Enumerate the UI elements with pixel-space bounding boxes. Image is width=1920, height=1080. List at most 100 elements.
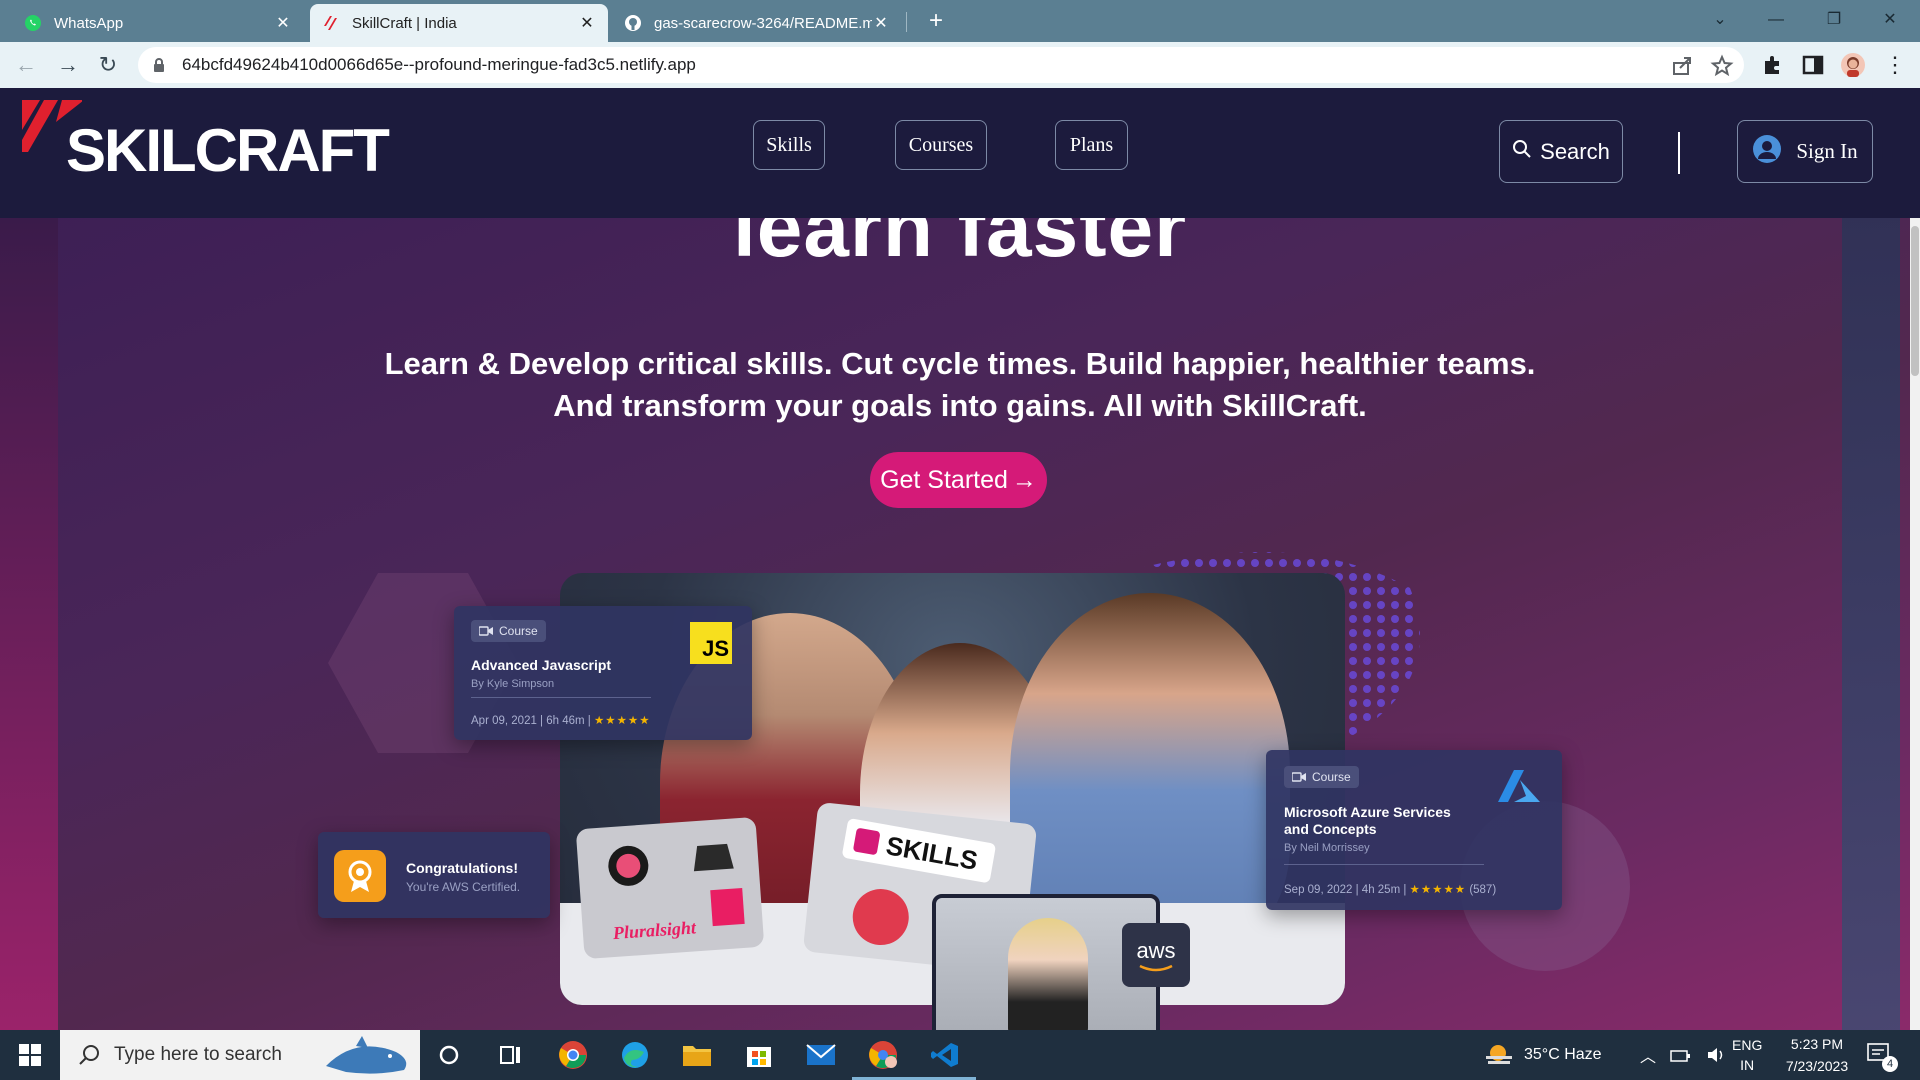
browser-toolbar: ← → ↻ 64bcfd49624b410d0066d65e--profound… (0, 42, 1920, 88)
page-scrollbar[interactable] (1910, 218, 1920, 1030)
azure-logo-icon (1498, 770, 1540, 802)
forward-arrow-icon[interactable]: → (52, 50, 84, 82)
search-icon (79, 1045, 99, 1065)
congrats-title: Congratulations! (406, 860, 518, 876)
hero-right-band (1842, 218, 1900, 1030)
github-icon (624, 14, 642, 32)
arrow-right-icon: → (1011, 465, 1037, 494)
laptop-skills-text: SKILLS (883, 829, 981, 876)
get-started-button[interactable]: Get Started → (870, 452, 1047, 508)
laptop-stickers: Pluralsight (575, 816, 765, 960)
rating-stars: ★★★★★ (593, 715, 651, 727)
language-indicator[interactable]: ENG IN (1732, 1030, 1762, 1080)
course-title-line1: Microsoft Azure Services (1284, 804, 1451, 820)
chrome-icon[interactable] (556, 1038, 590, 1072)
reload-icon[interactable]: ↻ (92, 50, 124, 82)
course-title: Advanced Javascript (471, 657, 612, 673)
tab-github-readme[interactable]: gas-scarecrow-3264/README.md ✕ (612, 4, 902, 42)
minimize-button[interactable]: — (1748, 0, 1804, 42)
profile-avatar[interactable] (1840, 52, 1866, 78)
windows-start-button[interactable] (0, 1030, 60, 1080)
search-icon (1512, 139, 1532, 165)
bookmark-star-icon[interactable] (1710, 54, 1734, 78)
close-tab-icon[interactable]: ✕ (578, 13, 596, 33)
side-panel-icon[interactable] (1800, 52, 1826, 78)
award-ribbon-icon (334, 850, 386, 902)
volume-icon[interactable] (1706, 1046, 1728, 1064)
share-icon[interactable] (1670, 54, 1694, 78)
hero-subtitle-line1: Learn & Develop critical skills. Cut cyc… (384, 346, 1536, 381)
instructor-figure (1008, 918, 1088, 1030)
course-meta: Sep 09, 2022 | 4h 25m | ★★★★★ (587) (1284, 884, 1497, 896)
user-avatar-icon (1752, 134, 1782, 170)
javascript-logo-icon: JS (690, 622, 732, 664)
site-header: SKILCRAFT Skills Courses Plans Search Si… (0, 88, 1920, 218)
nav-skills-button[interactable]: Skills (753, 120, 825, 170)
hero-section: learn faster Learn & Develop critical sk… (0, 218, 1920, 1030)
certificate-card: Congratulations! You're AWS Certified. (318, 832, 550, 918)
skillcraft-logo[interactable]: SKILCRAFT (22, 100, 402, 184)
chrome-profile-icon[interactable] (866, 1038, 900, 1072)
notifications-button[interactable]: 4 (1866, 1030, 1898, 1080)
chevron-up-icon[interactable]: ︿ (1640, 1043, 1656, 1067)
close-window-button[interactable]: ✕ (1862, 0, 1918, 42)
cortana-icon[interactable] (432, 1038, 466, 1072)
url-text: 64bcfd49624b410d0066d65e--profound-merin… (182, 55, 696, 74)
system-tray-icons: ︿ (1640, 1030, 1728, 1080)
task-view-icon[interactable] (494, 1038, 528, 1072)
tab-skillcraft[interactable]: SkillCraft | India ✕ (310, 4, 608, 42)
header-divider (1678, 132, 1680, 174)
file-explorer-icon[interactable] (680, 1038, 714, 1072)
congrats-subtitle: You're AWS Certified. (406, 880, 521, 894)
course-card-azure[interactable]: Course Microsoft Azure Services and Conc… (1266, 750, 1562, 910)
laptop-logo-sticker (849, 886, 912, 948)
course-author: By Kyle Simpson (471, 678, 555, 690)
new-tab-button[interactable]: + (922, 8, 950, 36)
nav-plans-button[interactable]: Plans (1055, 120, 1128, 170)
hero-subtitle-line2: And transform your goals into gains. All… (553, 388, 1367, 423)
tab-search-dropdown-icon[interactable]: ⌄ (1692, 0, 1748, 42)
nav-courses-button[interactable]: Courses (895, 120, 987, 170)
hero-title: learn faster (732, 218, 1188, 274)
scrollbar-thumb[interactable] (1911, 226, 1919, 376)
course-title-line2: and Concepts (1284, 821, 1377, 837)
search-button[interactable]: Search (1499, 120, 1623, 183)
rating-stars: ★★★★★ (1409, 884, 1467, 896)
sign-in-button[interactable]: Sign In (1737, 120, 1873, 183)
close-tab-icon[interactable]: ✕ (872, 13, 890, 33)
weather-widget[interactable]: 35°C Haze (1484, 1030, 1602, 1080)
windows-logo-icon (19, 1044, 41, 1066)
vscode-icon[interactable] (928, 1038, 962, 1072)
network-icon[interactable] (1670, 1047, 1692, 1063)
course-chip: Course (471, 620, 546, 642)
lock-icon (152, 57, 166, 73)
browser-tab-strip: WhatsApp ✕ SkillCraft | India ✕ gas-scar… (0, 0, 1920, 42)
taskbar-search-box[interactable]: Type here to search (60, 1030, 420, 1080)
course-author: By Neil Morrissey (1284, 842, 1370, 854)
browser-menu-icon[interactable]: ⋮ (1882, 52, 1908, 78)
restore-button[interactable]: ❐ (1806, 0, 1862, 42)
close-tab-icon[interactable]: ✕ (274, 13, 292, 33)
address-bar[interactable]: 64bcfd49624b410d0066d65e--profound-merin… (138, 47, 1744, 83)
course-meta: Apr 09, 2021 | 6h 46m | ★★★★★ (471, 715, 651, 727)
notification-count-badge: 4 (1882, 1056, 1898, 1072)
course-chip: Course (1284, 766, 1359, 788)
search-highlight-dolphin-icon (326, 1036, 407, 1074)
clock[interactable]: 5:23 PM 7/23/2023 (1774, 1030, 1860, 1080)
microsoft-store-icon[interactable] (742, 1038, 776, 1072)
tab-whatsapp[interactable]: WhatsApp ✕ (12, 4, 304, 42)
video-camera-icon (1292, 772, 1306, 782)
aws-logo-badge: aws (1122, 923, 1190, 987)
back-arrow-icon[interactable]: ← (10, 50, 42, 82)
mail-icon[interactable] (804, 1038, 838, 1072)
skillcraft-favicon-icon (322, 14, 340, 32)
windows-taskbar: Type here to search 35°C Haze ︿ ENG IN 5… (0, 1030, 1920, 1080)
course-card-javascript[interactable]: Course Advanced Javascript By Kyle Simps… (454, 606, 752, 740)
extensions-puzzle-icon[interactable] (1760, 52, 1786, 78)
hero-left-band (0, 218, 58, 1030)
logo-text: SKILCRAFT (66, 117, 390, 184)
video-camera-icon (479, 626, 493, 636)
whatsapp-icon (24, 14, 42, 32)
sun-haze-icon (1486, 1045, 1512, 1064)
edge-icon[interactable] (618, 1038, 652, 1072)
